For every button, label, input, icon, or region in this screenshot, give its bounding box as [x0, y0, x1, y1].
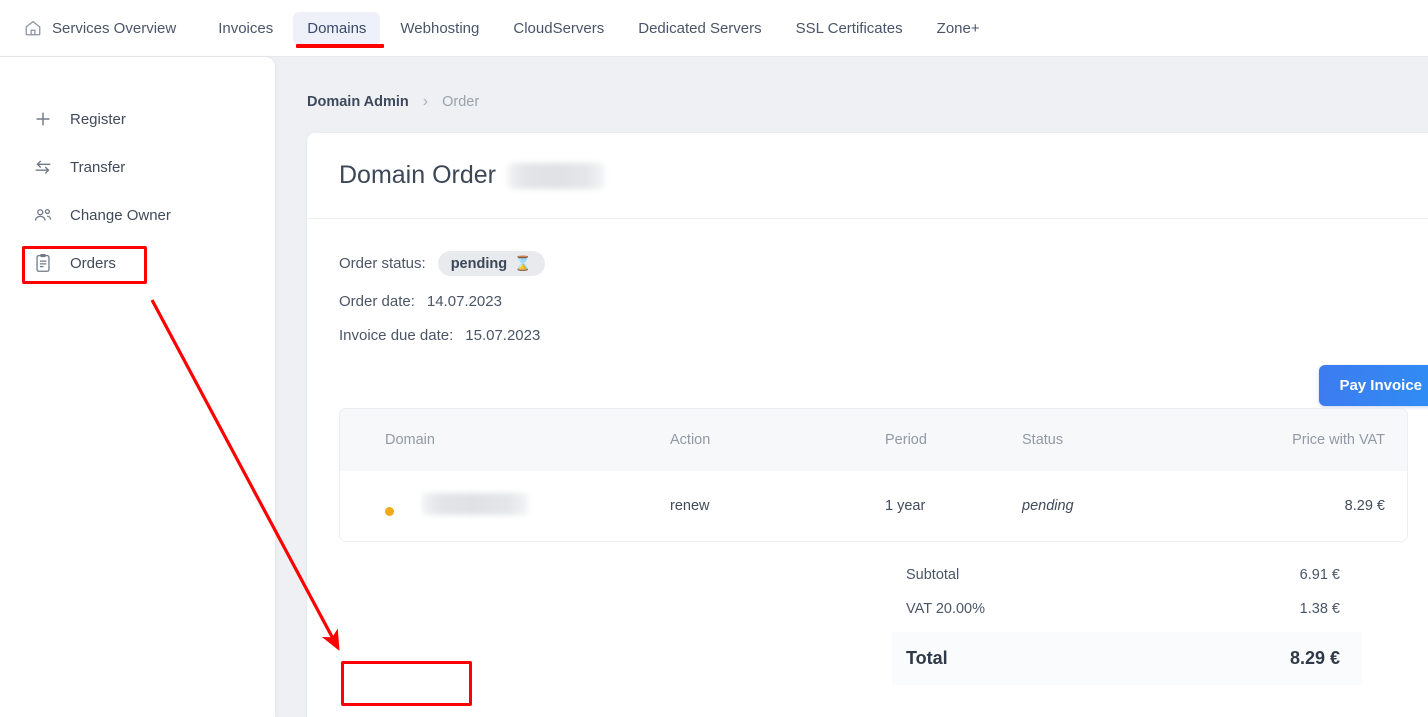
nav-label: Zone+ — [937, 20, 980, 37]
totals-section: Subtotal 6.91 € VAT 20.00% 1.38 € Total … — [892, 558, 1362, 685]
invoice-due-label: Invoice due date: — [339, 327, 453, 344]
sidebar-item-change-owner[interactable]: Change Owner — [0, 191, 275, 239]
cell-price: 8.29 € — [1208, 471, 1407, 541]
nav-item-services-overview[interactable]: Services Overview — [10, 11, 190, 45]
breadcrumb-current: Order — [442, 94, 479, 110]
page-title: Domain Order — [307, 133, 1428, 190]
nav-label: SSL Certificates — [796, 20, 903, 37]
clipboard-icon — [32, 252, 54, 274]
column-header-domain: Domain — [340, 409, 670, 471]
sidebar: Register Transfer Change Owner — [0, 57, 275, 717]
subtotal-value: 6.91 € — [1300, 567, 1340, 583]
redacted-domain-cell — [422, 493, 528, 515]
sidebar-item-label: Transfer — [70, 159, 125, 176]
nav-item-zone-plus[interactable]: Zone+ — [923, 12, 994, 45]
pay-invoice-button[interactable]: Pay Invoice — [1319, 365, 1428, 406]
order-status-label: Order status: — [339, 255, 426, 272]
status-badge: pending ⌛ — [438, 251, 545, 276]
nav-item-webhosting[interactable]: Webhosting — [386, 12, 493, 45]
nav-item-ssl-certificates[interactable]: SSL Certificates — [782, 12, 917, 45]
users-icon — [32, 204, 54, 226]
nav-item-cloudservers[interactable]: CloudServers — [499, 12, 618, 45]
total-row: Total 8.29 € — [892, 632, 1362, 685]
chevron-right-icon: › — [423, 93, 428, 111]
order-date-value: 14.07.2023 — [427, 293, 502, 310]
cell-period: 1 year — [885, 471, 1022, 541]
app-root: Services Overview Invoices Domains Webho… — [0, 0, 1428, 717]
sidebar-item-label: Change Owner — [70, 207, 171, 224]
subtotal-label: Subtotal — [906, 567, 959, 583]
nav-item-dedicated-servers[interactable]: Dedicated Servers — [624, 12, 775, 45]
invoice-due-value: 15.07.2023 — [465, 327, 540, 344]
plus-icon — [32, 108, 54, 130]
sidebar-item-transfer[interactable]: Transfer — [0, 143, 275, 191]
order-card: Domain Order Order status: pending ⌛ Ord… — [307, 133, 1428, 717]
sidebar-item-label: Register — [70, 111, 126, 128]
column-header-status: Status — [1022, 409, 1208, 471]
total-label: Total — [906, 648, 948, 669]
home-icon — [24, 19, 42, 37]
cell-status: pending — [1022, 471, 1208, 541]
page-title-text: Domain Order — [339, 161, 496, 190]
status-badge-text: pending — [451, 256, 507, 272]
card-divider — [307, 218, 1428, 219]
top-navigation: Services Overview Invoices Domains Webho… — [0, 0, 1428, 57]
column-header-action: Action — [670, 409, 885, 471]
column-header-period: Period — [885, 409, 1022, 471]
status-dot-icon — [385, 507, 394, 516]
column-header-price: Price with VAT — [1208, 409, 1407, 471]
redacted-domain-name — [508, 163, 604, 189]
main-content: Domain Admin › Order Domain Order Order … — [275, 57, 1428, 717]
sidebar-item-register[interactable]: Register — [0, 95, 275, 143]
sidebar-item-label: Orders — [70, 255, 116, 272]
cell-domain — [340, 471, 670, 541]
table-row: renew 1 year pending 8.29 € — [340, 471, 1407, 541]
nav-label: Invoices — [218, 20, 273, 37]
transfer-arrows-icon — [32, 156, 54, 178]
total-value: 8.29 € — [1290, 648, 1340, 669]
nav-label: Domains — [307, 20, 366, 37]
vat-value: 1.38 € — [1300, 601, 1340, 617]
nav-label: Dedicated Servers — [638, 20, 761, 37]
nav-label: Webhosting — [400, 20, 479, 37]
order-meta: Order status: pending ⌛ Order date: 14.0… — [339, 251, 545, 361]
breadcrumb: Domain Admin › Order — [275, 57, 1428, 111]
nav-item-invoices[interactable]: Invoices — [204, 12, 287, 45]
nav-label: Services Overview — [52, 20, 176, 37]
sidebar-item-orders[interactable]: Orders — [0, 239, 275, 287]
vat-row: VAT 20.00% 1.38 € — [892, 592, 1362, 626]
breadcrumb-domain-admin[interactable]: Domain Admin — [307, 94, 409, 110]
table-header-row: Domain Action Period Status Price with V… — [340, 409, 1407, 471]
hourglass-icon: ⌛ — [514, 255, 531, 272]
order-status-line: Order status: pending ⌛ — [339, 251, 545, 276]
cell-action: renew — [670, 471, 885, 541]
order-items-table: Domain Action Period Status Price with V… — [339, 408, 1408, 542]
order-date-label: Order date: — [339, 293, 415, 310]
nav-label: CloudServers — [513, 20, 604, 37]
subtotal-row: Subtotal 6.91 € — [892, 558, 1362, 592]
vat-label: VAT 20.00% — [906, 601, 985, 617]
order-date-line: Order date: 14.07.2023 — [339, 293, 545, 310]
invoice-due-line: Invoice due date: 15.07.2023 — [339, 327, 545, 344]
nav-item-domains[interactable]: Domains — [293, 12, 380, 45]
